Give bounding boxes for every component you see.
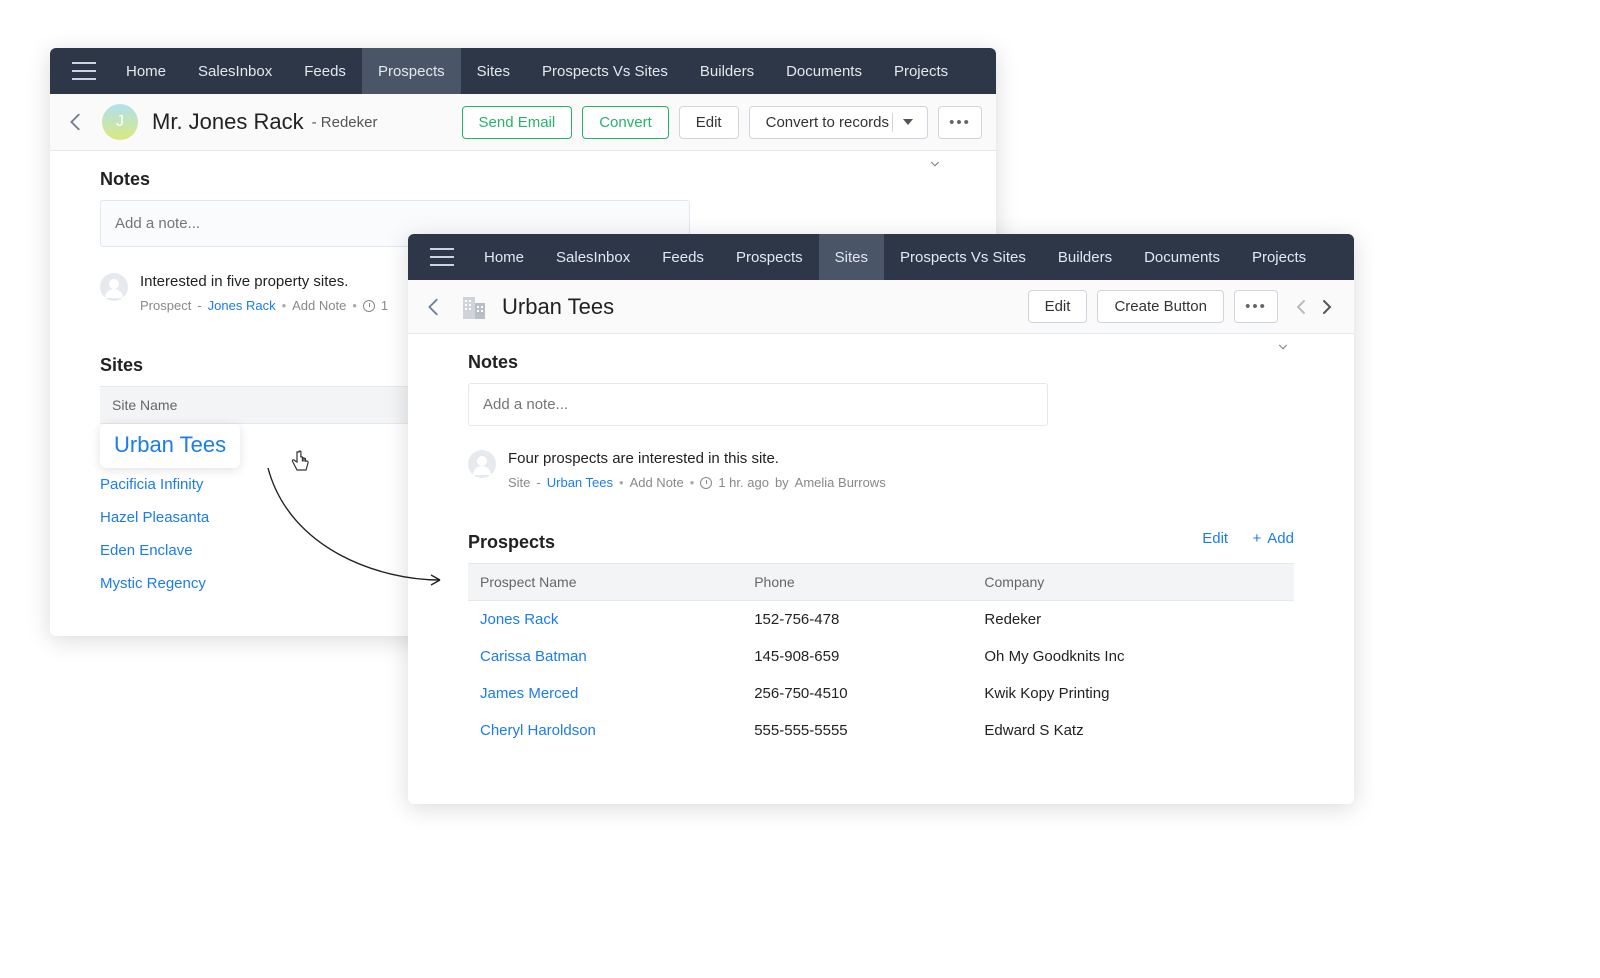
nav-item-home[interactable]: Home [468,234,540,280]
add-note-link[interactable]: Add Note [630,475,684,490]
notes-heading: Notes [468,334,1294,383]
clock-icon [363,300,375,312]
nav-item-projects[interactable]: Projects [878,48,964,94]
back-arrow[interactable] [422,295,446,319]
prospect-link[interactable]: Jones Rack [480,611,558,628]
prev-record[interactable] [1288,291,1314,323]
nav-item-builders[interactable]: Builders [684,48,770,94]
table-row: James Merced 256-750-4510Kwik Kopy Printi… [468,675,1294,712]
notes-toggle[interactable] [928,157,942,176]
convert-to-records-button[interactable]: Convert to records [749,106,928,139]
table-row: Cheryl Haroldson 555-555-5555Edward S Kat… [468,712,1294,749]
phone-cell: 152-756-478 [742,601,972,639]
nav-item-prospects[interactable]: Prospects [720,234,819,280]
create-button[interactable]: Create Button [1097,290,1224,323]
phone-cell: 256-750-4510 [742,675,972,712]
note-text: Interested in five property sites. [140,273,388,290]
prospect-link[interactable]: James Merced [480,685,578,702]
nav-item-prospects-vs-sites[interactable]: Prospects Vs Sites [884,234,1042,280]
prospects-table: Prospect NamePhoneCompany Jones Rack 152-… [468,563,1294,749]
building-icon [460,293,488,321]
record-header: Urban Tees Edit Create Button ••• [408,280,1354,334]
prospects-edit-link[interactable]: Edit [1202,530,1228,547]
table-row: Jones Rack 152-756-478Redeker [468,601,1294,639]
note-avatar-icon [100,273,128,301]
nav-item-projects[interactable]: Projects [1236,234,1322,280]
add-note-input[interactable] [468,383,1048,426]
company-cell: Edward S Katz [972,712,1294,749]
nav-item-sites[interactable]: Sites [819,234,884,280]
add-note-link[interactable]: Add Note [292,298,346,313]
prospects-add-link[interactable]: +Add [1253,530,1294,547]
dots-icon: ••• [949,114,971,131]
send-email-button[interactable]: Send Email [462,106,573,139]
nav-item-documents[interactable]: Documents [770,48,878,94]
nav-item-prospects-vs-sites[interactable]: Prospects Vs Sites [526,48,684,94]
record-pager [1288,291,1340,323]
nav-item-feeds[interactable]: Feeds [288,48,362,94]
convert-button[interactable]: Convert [582,106,669,139]
edit-button[interactable]: Edit [1028,290,1088,323]
nav-item-feeds[interactable]: Feeds [646,234,720,280]
site-item[interactable]: Urban Tees [100,424,240,468]
company-cell: Redeker [972,601,1294,639]
nav-item-salesinbox[interactable]: SalesInbox [182,48,288,94]
edit-button[interactable]: Edit [679,106,739,139]
more-actions-button[interactable]: ••• [1234,290,1278,323]
nav-item-sites[interactable]: Sites [461,48,526,94]
clock-icon [700,477,712,489]
topnav: HomeSalesInboxFeedsProspectsSitesProspec… [50,48,996,94]
nav-item-documents[interactable]: Documents [1128,234,1236,280]
record-title: Mr. Jones Rack [152,109,304,135]
notes-heading: Notes [100,151,946,200]
phone-cell: 145-908-659 [742,638,972,675]
note-avatar-icon [468,450,496,478]
prospect-link[interactable]: Cheryl Haroldson [480,722,596,739]
next-record[interactable] [1314,291,1340,323]
company-cell: Kwik Kopy Printing [972,675,1294,712]
dots-icon: ••• [1245,298,1267,315]
record-header: J Mr. Jones Rack - Redeker Send Email Co… [50,94,996,151]
more-actions-button[interactable]: ••• [938,106,982,139]
prospects-heading: Prospects [468,514,555,563]
record-subtitle: - Redeker [312,114,378,131]
table-row: Carissa Batman 145-908-659Oh My Goodknits… [468,638,1294,675]
notes-toggle[interactable] [1276,340,1290,359]
nav-item-builders[interactable]: Builders [1042,234,1128,280]
body: Notes Four prospects are interested in t… [408,334,1354,769]
note-entry: Four prospects are interested in this si… [468,450,1294,490]
record-title: Urban Tees [502,294,614,320]
note-meta: Prospect- Jones Rack • Add Note • 1 [140,298,388,313]
avatar: J [102,104,138,140]
nav-item-home[interactable]: Home [110,48,182,94]
window-site: HomeSalesInboxFeedsProspectsSitesProspec… [408,234,1354,804]
column-header: Prospect Name [468,564,742,601]
nav-item-salesinbox[interactable]: SalesInbox [540,234,646,280]
phone-cell: 555-555-5555 [742,712,972,749]
column-header: Phone [742,564,972,601]
hamburger-icon[interactable] [72,62,96,80]
note-link[interactable]: Jones Rack [208,298,276,313]
prospect-link[interactable]: Carissa Batman [480,648,587,665]
plus-icon: + [1253,530,1262,547]
note-text: Four prospects are interested in this si… [508,450,886,467]
cursor-hand-icon [288,450,308,474]
column-header: Company [972,564,1294,601]
topnav: HomeSalesInboxFeedsProspectsSitesProspec… [408,234,1354,280]
back-arrow[interactable] [64,110,88,134]
hamburger-icon[interactable] [430,248,454,266]
nav-item-prospects[interactable]: Prospects [362,48,461,94]
company-cell: Oh My Goodknits Inc [972,638,1294,675]
note-link[interactable]: Urban Tees [547,475,613,490]
note-meta: Site- Urban Tees • Add Note • 1 hr. ago … [508,475,886,490]
